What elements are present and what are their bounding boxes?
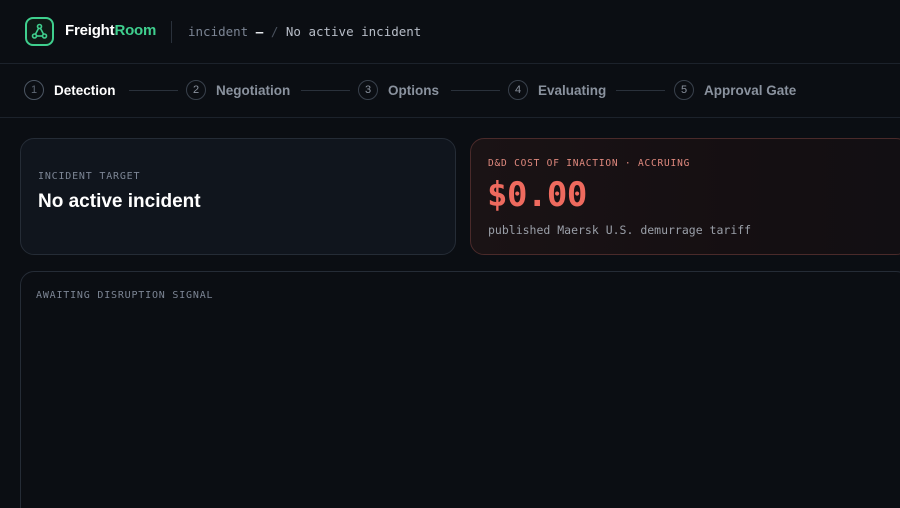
step-evaluating[interactable]: 4 Evaluating (508, 80, 606, 100)
step-connector (616, 90, 665, 91)
disruption-signal-panel: AWAITING DISRUPTION SIGNAL (20, 271, 900, 508)
breadcrumb-separator: / (270, 24, 279, 39)
cost-of-inaction-card: D&D COST OF INACTION · ACCRUING $0.00 pu… (470, 138, 900, 255)
step-number: 3 (358, 80, 378, 100)
app-header: FreightRoom incident — / No active incid… (0, 0, 900, 64)
incident-target-kicker: INCIDENT TARGET (38, 171, 141, 182)
incident-target-card: INCIDENT TARGET No active incident (20, 138, 456, 255)
breadcrumb-current: No active incident (285, 24, 422, 39)
header-divider (171, 21, 172, 43)
cost-kicker: D&D COST OF INACTION · ACCRUING (488, 158, 691, 169)
step-label: Options (388, 82, 439, 98)
step-number: 5 (674, 80, 694, 100)
step-connector (129, 90, 178, 91)
brand-name-part2: Room (114, 22, 157, 39)
breadcrumb-dash: — (255, 24, 264, 39)
breadcrumb: incident — / No active incident (188, 24, 421, 39)
cost-amount: $0.00 (487, 175, 587, 215)
signal-status-kicker: AWAITING DISRUPTION SIGNAL (36, 290, 214, 301)
logo-glyph (31, 23, 48, 39)
step-negotiation[interactable]: 2 Negotiation (186, 80, 290, 100)
step-label: Approval Gate (704, 82, 797, 98)
step-options[interactable]: 3 Options (358, 80, 439, 100)
step-label: Detection (54, 82, 116, 98)
breadcrumb-label: incident (188, 24, 249, 39)
step-label: Negotiation (216, 82, 291, 98)
step-connector (451, 90, 500, 91)
step-number: 4 (508, 80, 528, 100)
step-number: 1 (24, 80, 44, 100)
cost-source: published Maersk U.S. demurrage tariff (488, 223, 752, 237)
incident-target-title: No active incident (38, 191, 201, 212)
step-approval-gate[interactable]: 5 Approval Gate (674, 80, 796, 100)
workflow-stepper: 1 Detection 2 Negotiation 3 Options 4 Ev… (0, 64, 900, 118)
step-connector (301, 90, 350, 91)
brand-name-part1: Freight (65, 22, 115, 39)
brand-name[interactable]: FreightRoom (65, 22, 156, 39)
step-number: 2 (186, 80, 206, 100)
step-detection[interactable]: 1 Detection (24, 80, 116, 100)
network-nodes-icon[interactable] (25, 17, 54, 46)
step-label: Evaluating (538, 82, 607, 98)
